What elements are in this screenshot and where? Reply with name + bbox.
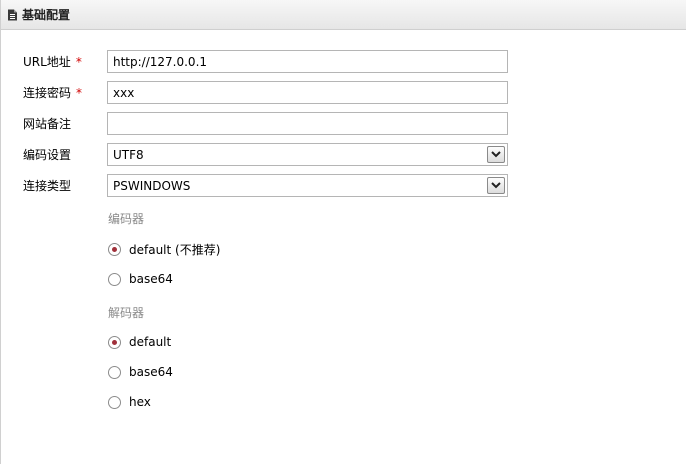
url-row: URL地址 * http://127.0.0.1	[1, 50, 686, 73]
radio-unchecked-icon[interactable]	[108, 395, 121, 409]
chevron-down-icon	[491, 182, 501, 189]
encoder-option-default[interactable]: default (不推荐)	[108, 241, 220, 257]
encoder-option-label: base64	[129, 272, 173, 286]
decoder-option-base64[interactable]: base64	[108, 364, 173, 380]
encoder-group-title: 编码器	[108, 212, 145, 226]
conn-type-dropdown-button[interactable]	[487, 177, 505, 194]
radio-unchecked-icon[interactable]	[108, 272, 121, 286]
chevron-down-icon	[491, 151, 501, 158]
decoder-option-hex[interactable]: hex	[108, 394, 151, 410]
decoder-option-label: base64	[129, 365, 173, 379]
encoding-label: 编码设置	[23, 148, 72, 162]
url-input[interactable]: http://127.0.0.1	[107, 50, 508, 73]
radio-checked-icon[interactable]	[108, 335, 121, 349]
conn-type-select[interactable]: PSWINDOWS	[107, 174, 508, 197]
encoding-select[interactable]: UTF8	[107, 143, 508, 166]
note-label: 网站备注	[23, 117, 72, 131]
document-icon	[8, 9, 17, 20]
note-row: 网站备注	[1, 112, 686, 135]
basic-config-panel: 基础配置 URL地址 * http://127.0.0.1 连接密码 * xxx 网…	[0, 0, 686, 464]
encoding-selected-value: UTF8	[113, 147, 144, 162]
password-label-text: 连接密码	[23, 86, 72, 100]
url-required-mark: *	[75, 55, 82, 69]
encoder-option-label: default (不推荐)	[129, 242, 221, 257]
password-input[interactable]: xxx	[107, 81, 508, 104]
password-row: 连接密码 * xxx	[1, 81, 686, 104]
decoder-option-default[interactable]: default	[108, 334, 171, 350]
url-label: URL地址 *	[23, 53, 103, 70]
conn-type-label: 连接类型	[23, 179, 72, 193]
decoder-group-title: 解码器	[108, 306, 145, 320]
radio-checked-icon[interactable]	[108, 242, 121, 256]
note-input[interactable]	[107, 112, 508, 135]
encoder-option-base64[interactable]: base64	[108, 271, 173, 287]
decoder-option-label: default	[129, 335, 172, 349]
encoding-row: 编码设置 UTF8	[1, 143, 686, 166]
conn-type-row: 连接类型 PSWINDOWS	[1, 174, 686, 197]
panel-header: 基础配置	[1, 0, 686, 30]
conn-type-selected-value: PSWINDOWS	[113, 178, 191, 193]
radio-unchecked-icon[interactable]	[108, 365, 121, 379]
decoder-option-label: hex	[129, 395, 151, 409]
password-required-mark: *	[76, 86, 83, 100]
encoding-dropdown-button[interactable]	[487, 146, 505, 163]
url-label-text: URL地址	[23, 55, 71, 69]
panel-title: 基础配置	[22, 8, 71, 22]
password-label: 连接密码 *	[23, 84, 103, 101]
